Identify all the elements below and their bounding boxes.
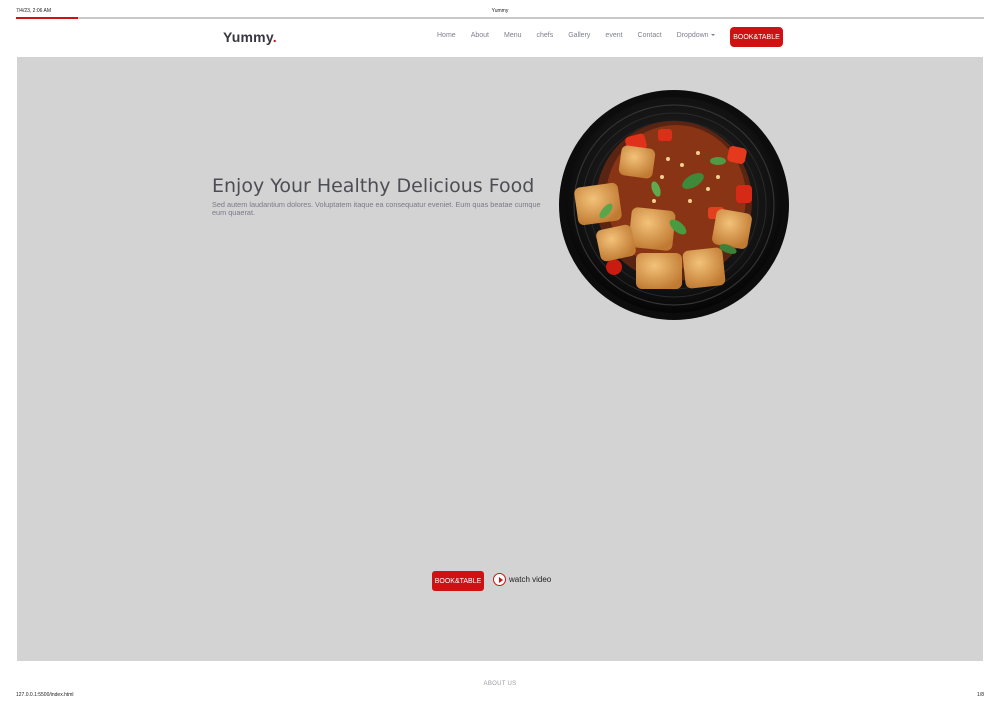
print-page-number: 1/8 bbox=[977, 692, 984, 698]
nav-link-chefs[interactable]: chefs bbox=[537, 32, 554, 39]
print-page-title: Yummy bbox=[491, 8, 509, 14]
page-progress-bar bbox=[16, 17, 984, 19]
watch-video-button[interactable]: watch video bbox=[493, 573, 551, 586]
about-section-heading: ABOUT US bbox=[483, 681, 517, 687]
nav-link-about[interactable]: About bbox=[471, 32, 489, 39]
food-plate-image bbox=[559, 90, 789, 320]
navbar: Yummy. Home About Menu chefs Gallery eve… bbox=[0, 24, 1000, 54]
logo-dot: . bbox=[272, 29, 277, 45]
hero-title: Enjoy Your Healthy Delicious Food bbox=[212, 175, 535, 197]
nav-book-table-button[interactable]: BOOK&TABLE bbox=[730, 27, 783, 47]
nav-link-home[interactable]: Home bbox=[437, 32, 456, 39]
watch-video-label: watch video bbox=[509, 575, 552, 584]
site-logo[interactable]: Yummy. bbox=[223, 29, 277, 45]
nav-link-menu[interactable]: Menu bbox=[504, 32, 522, 39]
nav-link-event[interactable]: event bbox=[605, 32, 622, 39]
print-url: 127.0.0.1:5500/index.html bbox=[16, 692, 74, 698]
hero-section: Enjoy Your Healthy Delicious Food Sed au… bbox=[17, 57, 983, 661]
nav-link-gallery[interactable]: Gallery bbox=[568, 32, 590, 39]
page-progress-fill bbox=[16, 17, 78, 19]
play-icon bbox=[493, 573, 506, 586]
hero-subtitle: Sed autem laudantium dolores. Voluptatem… bbox=[212, 200, 541, 217]
nav-link-contact[interactable]: Contact bbox=[638, 32, 662, 39]
chevron-down-icon bbox=[710, 34, 715, 37]
logo-text: Yummy bbox=[223, 29, 273, 45]
hero-book-table-button[interactable]: BOOK&TABLE bbox=[432, 571, 484, 591]
nav-links: Home About Menu chefs Gallery event Cont… bbox=[437, 32, 730, 39]
nav-dropdown[interactable]: Dropdown bbox=[677, 32, 715, 39]
nav-dropdown-label: Dropdown bbox=[676, 32, 709, 39]
